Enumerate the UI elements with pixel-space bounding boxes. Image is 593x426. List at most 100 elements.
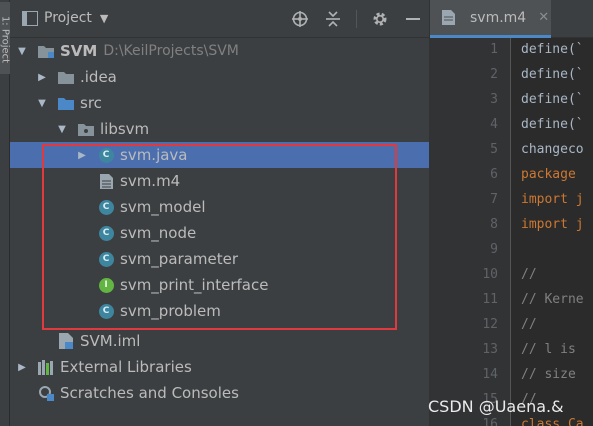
line-number: 6 [490, 167, 498, 182]
line-number: 2 [490, 67, 498, 82]
line-number: 5 [490, 142, 498, 157]
tree-row-external-libraries[interactable]: ▶ External Libraries [10, 354, 429, 380]
folder-icon [58, 69, 74, 85]
module-folder-icon [38, 43, 54, 59]
expand-arrow-icon[interactable]: ▼ [16, 46, 28, 57]
line-number: 12 [482, 317, 498, 332]
expand-arrow-icon[interactable]: ▶ [16, 362, 28, 373]
library-icon [38, 359, 54, 375]
panel-title: Project [44, 10, 92, 26]
interface-icon: I [98, 277, 114, 293]
tree-row-svm-model[interactable]: ▶ C svm_model [10, 194, 429, 220]
tree-row-svm-print-interface[interactable]: ▶ I svm_print_interface [10, 272, 429, 298]
minimize-icon[interactable] [403, 9, 423, 29]
tab-label: svm.m4 [470, 9, 527, 26]
tree-item-label: svm_parameter [120, 250, 238, 268]
project-root-name: SVM [60, 42, 98, 60]
code-line: // Kerne [521, 292, 584, 307]
tree-item-label: SVM.iml [80, 332, 141, 350]
tree-item-label: svm_model [120, 198, 206, 216]
text-file-icon [98, 173, 114, 189]
tree-item-label: svm_print_interface [120, 276, 269, 294]
code-line: // [521, 317, 537, 332]
project-tool-window-tab[interactable]: 1: Project [0, 2, 11, 74]
project-panel: Project ▼ ▼ SVM D:\KeilProjects\SVM ▶ .i… [10, 0, 429, 426]
line-number: 8 [490, 217, 498, 232]
line-number: 14 [482, 367, 498, 382]
line-number: 1 [490, 42, 498, 57]
tree-item-label: svm.java [120, 146, 188, 164]
line-number: 13 [482, 342, 498, 357]
tree-row-svm-node[interactable]: ▶ C svm_node [10, 220, 429, 246]
code-view[interactable]: define(` define(` define(` define(` changeco… [521, 38, 593, 426]
line-number: 4 [490, 117, 498, 132]
close-icon[interactable]: ✕ [538, 10, 549, 25]
chevron-down-icon[interactable]: ▼ [100, 12, 108, 25]
expand-arrow-icon[interactable]: ▶ [76, 150, 88, 161]
scratches-icon [38, 385, 54, 401]
collapse-icon[interactable] [323, 9, 343, 29]
module-file-icon [58, 333, 74, 349]
editor-tab-bar: svm.m4 ✕ [430, 0, 593, 38]
tree-row-svm-problem[interactable]: ▶ C svm_problem [10, 298, 429, 324]
project-view-selector[interactable]: Project ▼ [22, 10, 108, 26]
code-line: import j [521, 192, 584, 207]
code-line: // l is [521, 342, 584, 357]
line-number: 3 [490, 92, 498, 107]
code-line: define(` [521, 92, 584, 107]
tree-row-svm-m4[interactable]: ▶ svm.m4 [10, 168, 429, 194]
editor-area: svm.m4 ✕ 1 2 3 4 5 6 7 8 9 10 11 12 13 14 15 16 define(… [429, 0, 593, 426]
code-line: import j [521, 217, 584, 232]
panel-actions [290, 9, 423, 29]
editor-tab-svm-m4[interactable]: svm.m4 ✕ [430, 0, 551, 38]
tree-item-label: src [80, 94, 102, 112]
panel-header: Project ▼ [10, 0, 429, 38]
line-number: 9 [490, 242, 498, 257]
source-folder-icon [58, 95, 74, 111]
tree-item-label: svm_node [120, 224, 197, 242]
line-number: 16 [482, 417, 498, 426]
class-icon: C [98, 147, 114, 163]
tree-item-label: Scratches and Consoles [60, 384, 239, 402]
project-window-icon [22, 10, 38, 26]
code-line: define(` [521, 42, 584, 57]
code-line: define(` [521, 117, 584, 132]
tree-row-root[interactable]: ▼ SVM D:\KeilProjects\SVM [10, 38, 429, 64]
tree-row-svm-iml[interactable]: ▶ SVM.iml [10, 328, 429, 354]
line-number: 7 [490, 192, 498, 207]
expand-arrow-icon[interactable]: ▼ [36, 98, 48, 109]
tree-row-libsvm[interactable]: ▼ libsvm [10, 116, 429, 142]
package-icon [78, 121, 94, 137]
tree-row-svm-parameter[interactable]: ▶ C svm_parameter [10, 246, 429, 272]
class-icon: C [98, 199, 114, 215]
header-divider [356, 10, 357, 28]
tree-row-scratches[interactable]: ▶ Scratches and Consoles [10, 380, 429, 406]
line-number: 11 [482, 292, 498, 307]
tree-item-label: svm_problem [120, 302, 221, 320]
expand-arrow-icon[interactable]: ▶ [36, 72, 48, 83]
code-line: class Ca [521, 417, 584, 426]
code-line: define(` [521, 67, 584, 82]
tree-row-src[interactable]: ▼ src [10, 90, 429, 116]
class-icon: C [98, 303, 114, 319]
code-line: // [521, 267, 537, 282]
tree-item-label: External Libraries [60, 358, 192, 376]
class-icon: C [98, 225, 114, 241]
text-file-icon [440, 10, 456, 26]
tree-item-label: .idea [80, 68, 117, 86]
class-icon: C [98, 251, 114, 267]
code-line: changeco [521, 142, 584, 157]
project-tool-window-label: 1: Project [0, 15, 11, 64]
tree-row-idea[interactable]: ▶ .idea [10, 64, 429, 90]
locate-icon[interactable] [290, 9, 310, 29]
tree-item-label: libsvm [100, 120, 150, 138]
project-root-path: D:\KeilProjects\SVM [103, 43, 239, 59]
code-line: package [521, 167, 584, 182]
side-tool-strip: 1: Project [0, 0, 11, 426]
tree-item-label: svm.m4 [120, 172, 181, 190]
code-line: // size [521, 367, 584, 382]
gear-icon[interactable] [370, 9, 390, 29]
expand-arrow-icon[interactable]: ▼ [56, 124, 68, 135]
line-number: 10 [482, 267, 498, 282]
tree-row-svm-java[interactable]: ▶ C svm.java [10, 142, 429, 168]
